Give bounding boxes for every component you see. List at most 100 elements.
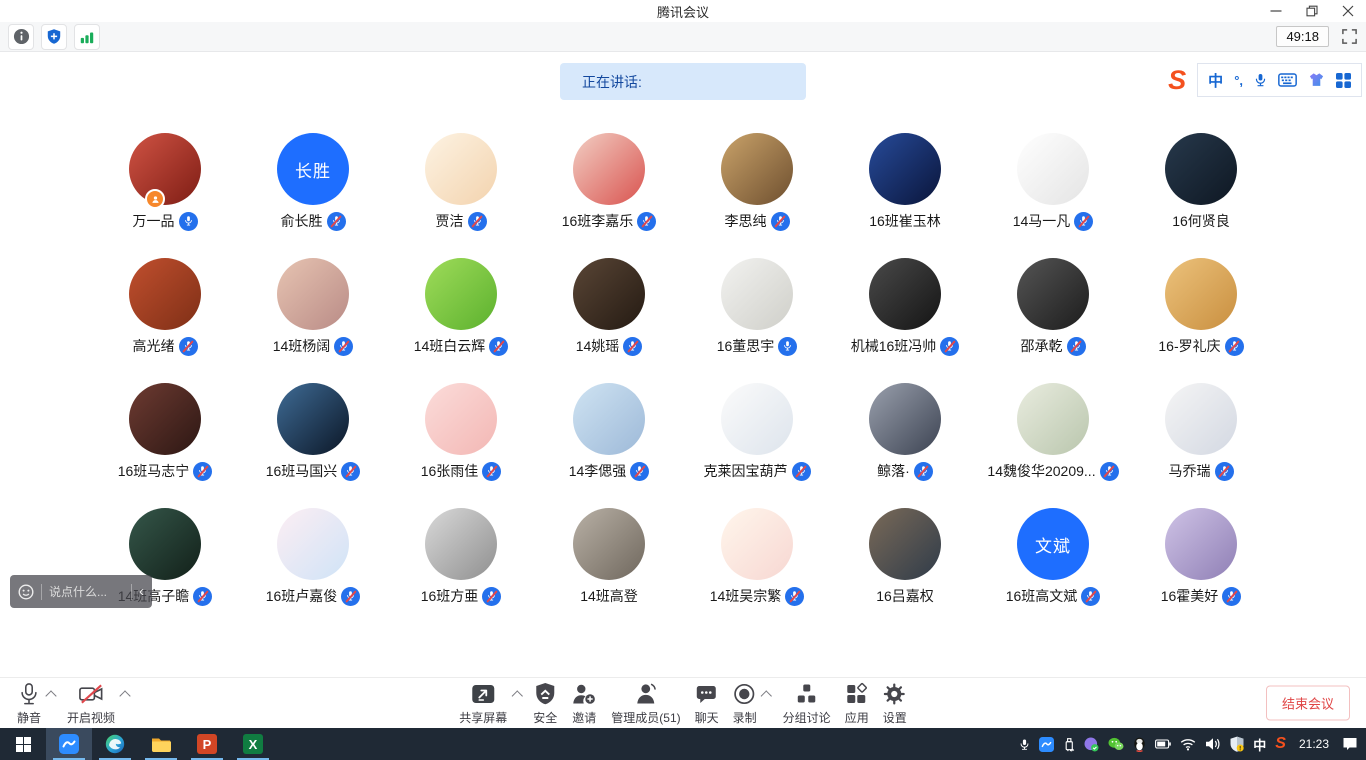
meeting-info-icon[interactable] (8, 24, 34, 50)
participant-tile[interactable]: 14李偲强 (535, 383, 683, 481)
chat-collapse-icon[interactable]: ‹ (139, 584, 144, 599)
emoji-icon[interactable] (18, 584, 34, 600)
participant-tile[interactable]: 14班高登 (535, 508, 683, 606)
avatar-blue-particle-network[interactable] (869, 133, 941, 205)
tray-battery-icon[interactable] (1155, 739, 1171, 749)
avatar-cartoon-bunny[interactable] (425, 133, 497, 205)
taskbar-app-edge[interactable] (92, 728, 138, 760)
avatar-crescent-moon-night[interactable] (277, 383, 349, 455)
participant-tile[interactable]: 贾洁 (387, 133, 535, 231)
quick-chat-input[interactable]: 说点什么... (49, 583, 124, 600)
avatar-fisherman-sketch[interactable] (721, 258, 793, 330)
close-button[interactable] (1330, 0, 1366, 22)
avatar-building-at-night[interactable] (129, 508, 201, 580)
start-button[interactable] (0, 728, 46, 760)
tray-qq-icon[interactable] (1133, 737, 1146, 752)
avatar-penguin-plush[interactable] (573, 258, 645, 330)
avatar-black-horse[interactable] (869, 258, 941, 330)
chat-button[interactable]: 聊天 (688, 679, 726, 728)
ime-toolbox-icon[interactable] (1336, 73, 1351, 88)
participant-tile[interactable]: 16班方亜 (387, 508, 535, 606)
participant-tile[interactable]: 长胜 俞长胜 (239, 133, 387, 231)
restore-button[interactable] (1294, 0, 1330, 22)
participant-tile[interactable]: 16班马国兴 (239, 383, 387, 481)
avatar-child-with-china-flag[interactable] (129, 133, 201, 205)
avatar-cartoon-rabbit-glasses[interactable] (721, 508, 793, 580)
ime-skin-icon[interactable] (1308, 72, 1325, 88)
participant-tile[interactable]: 16班马志宁 (91, 383, 239, 481)
avatar-dog-in-hoodie[interactable] (573, 508, 645, 580)
participant-tile[interactable]: 克莱因宝葫芦 (683, 383, 831, 481)
avatar-white-seal-drawing[interactable] (1017, 133, 1089, 205)
end-meeting-button[interactable]: 结束会议 (1266, 686, 1350, 721)
tray-usb-icon[interactable] (1063, 737, 1075, 752)
participant-tile[interactable]: 16班卢嘉俊 (239, 508, 387, 606)
apps-button[interactable]: 应用 (838, 679, 876, 728)
participant-tile[interactable]: 14班杨阔 (239, 258, 387, 356)
invite-button[interactable]: 邀请 (564, 679, 604, 728)
share-screen-button[interactable]: 共享屏幕 (452, 679, 514, 728)
avatar-blonde-person[interactable] (277, 258, 349, 330)
security-button[interactable]: 安全 (526, 679, 564, 728)
tray-volume-icon[interactable] (1205, 737, 1221, 751)
tray-app-check-icon[interactable] (1084, 737, 1099, 752)
taskbar-app-powerpoint[interactable]: P (184, 728, 230, 760)
breakout-rooms-button[interactable]: 分组讨论 (776, 679, 838, 728)
avatar-dog-in-cart[interactable] (129, 258, 201, 330)
mute-options-chevron[interactable] (44, 692, 58, 700)
ime-chinese-mode-icon[interactable]: 中 (1208, 70, 1223, 91)
participant-tile[interactable]: 16班崔玉林 (831, 133, 979, 231)
avatar-fox-photo[interactable] (721, 133, 793, 205)
avatar-doraemon-hearts[interactable] (277, 508, 349, 580)
network-signal-icon[interactable] (74, 24, 100, 50)
avatar-pale-flowers[interactable] (1017, 383, 1089, 455)
participant-tile[interactable]: 14姚瑶 (535, 258, 683, 356)
participant-tile[interactable]: 鲸落· (831, 383, 979, 481)
avatar-shiba-inu[interactable] (1165, 258, 1237, 330)
avatar-black-cat-with-phone[interactable] (1017, 258, 1089, 330)
avatar-silhouette-dusk[interactable] (869, 508, 941, 580)
avatar-solidworks-screenshot[interactable] (721, 383, 793, 455)
participant-tile[interactable]: 14班白云辉 (387, 258, 535, 356)
participant-tile[interactable]: 14班吴宗繁 (683, 508, 831, 606)
participant-tile[interactable]: 马乔瑞 (1127, 383, 1275, 481)
tray-wechat-icon[interactable] (1108, 737, 1124, 751)
taskbar-clock[interactable]: 21:23 (1295, 737, 1333, 751)
participant-tile[interactable]: 16何贤良 (1127, 133, 1275, 231)
avatar-man-with-cap[interactable] (129, 383, 201, 455)
avatar-cartoon-boy[interactable] (1165, 383, 1237, 455)
start-video-options-chevron[interactable] (118, 692, 132, 700)
participant-tile[interactable]: 机械16班冯帅 (831, 258, 979, 356)
avatar-cartoon-frog[interactable] (425, 258, 497, 330)
record-options-chevron[interactable] (760, 692, 774, 700)
participant-tile[interactable]: 邵承乾 (979, 258, 1127, 356)
avatar-blue-initials[interactable]: 长胜 (277, 133, 349, 205)
participant-tile[interactable]: 16吕嘉权 (831, 508, 979, 606)
participant-tile[interactable]: 文斌 16班高文斌 (979, 508, 1127, 606)
participant-tile[interactable]: 16班李嘉乐 (535, 133, 683, 231)
minimize-button[interactable] (1258, 0, 1294, 22)
avatar-portrait-photo[interactable] (425, 508, 497, 580)
tray-defender-icon[interactable] (1230, 736, 1244, 752)
participant-tile[interactable]: 16董思宇 (683, 258, 831, 356)
avatar-anime-girl-purple[interactable] (1165, 508, 1237, 580)
tray-mic-icon[interactable] (1019, 737, 1030, 752)
ime-voice-input-icon[interactable] (1254, 72, 1267, 88)
avatar-pink-pig-cartoon[interactable] (425, 383, 497, 455)
participant-tile[interactable]: 16张雨佳 (387, 383, 535, 481)
share-screen-options-chevron[interactable] (510, 692, 524, 700)
record-button[interactable]: 录制 (726, 679, 764, 728)
start-video-button[interactable]: 开启视频 (60, 679, 122, 728)
participant-tile[interactable]: 14马一凡 (979, 133, 1127, 231)
avatar-blue-initials[interactable]: 文斌 (1017, 508, 1089, 580)
avatar-blue-umbrella-art[interactable] (573, 383, 645, 455)
taskbar-app-file-explorer[interactable] (138, 728, 184, 760)
taskbar-app-tencent-meeting[interactable] (46, 728, 92, 760)
avatar-car-rear-night[interactable] (1165, 133, 1237, 205)
action-center-icon[interactable] (1342, 737, 1358, 751)
tray-meeting-icon[interactable] (1039, 737, 1054, 752)
participant-tile[interactable]: 14魏俊华20209... (979, 383, 1127, 481)
participant-tile[interactable]: 16-罗礼庆 (1127, 258, 1275, 356)
avatar-anime-boy-dark-hair[interactable] (869, 383, 941, 455)
settings-button[interactable]: 设置 (876, 679, 914, 728)
